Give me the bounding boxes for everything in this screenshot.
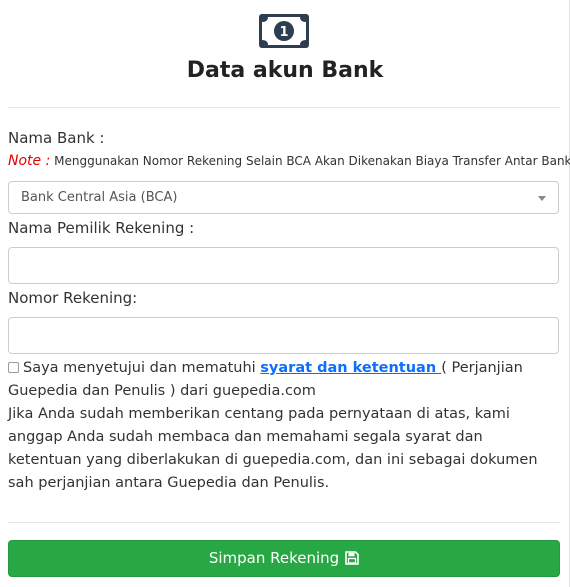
- account-number-label: Nomor Rekening:: [8, 289, 138, 307]
- save-account-button[interactable]: Simpan Rekening: [8, 540, 560, 577]
- bank-select[interactable]: Bank Central Asia (BCA): [8, 181, 559, 214]
- divider: [8, 107, 560, 108]
- account-owner-input[interactable]: [8, 247, 559, 284]
- agreement-text: Saya menyetujui dan mematuhi: [23, 360, 261, 376]
- bank-name-label: Nama Bank :: [8, 129, 105, 147]
- note-text: Menggunakan Nomor Rekening Selain BCA Ak…: [54, 154, 570, 168]
- save-button-label: Simpan Rekening: [208, 549, 340, 567]
- terms-link[interactable]: syarat dan ketentuan: [260, 360, 441, 376]
- account-owner-label: Nama Pemilik Rekening :: [8, 219, 195, 237]
- page-title: Data akun Bank: [186, 58, 384, 83]
- bank-account-form: 1 Data akun Bank Nama Bank : Note : Meng…: [0, 0, 570, 587]
- agreement-checkbox[interactable]: [8, 362, 19, 373]
- agreement-description: Jika Anda sudah memberikan centang pada …: [8, 406, 538, 491]
- bank-select-value: Bank Central Asia (BCA): [21, 190, 178, 205]
- chevron-down-icon: [538, 196, 546, 201]
- note-label: Note :: [8, 153, 51, 169]
- svg-text:1: 1: [279, 25, 288, 40]
- floppy-disk-icon: [345, 551, 359, 565]
- money-bill-icon: 1: [259, 14, 309, 48]
- agreement-section: Saya menyetujui dan mematuhi syarat dan …: [8, 357, 560, 495]
- account-number-input[interactable]: [8, 317, 559, 354]
- bank-note: Note : Menggunakan Nomor Rekening Selain…: [8, 153, 570, 169]
- divider: [8, 522, 560, 523]
